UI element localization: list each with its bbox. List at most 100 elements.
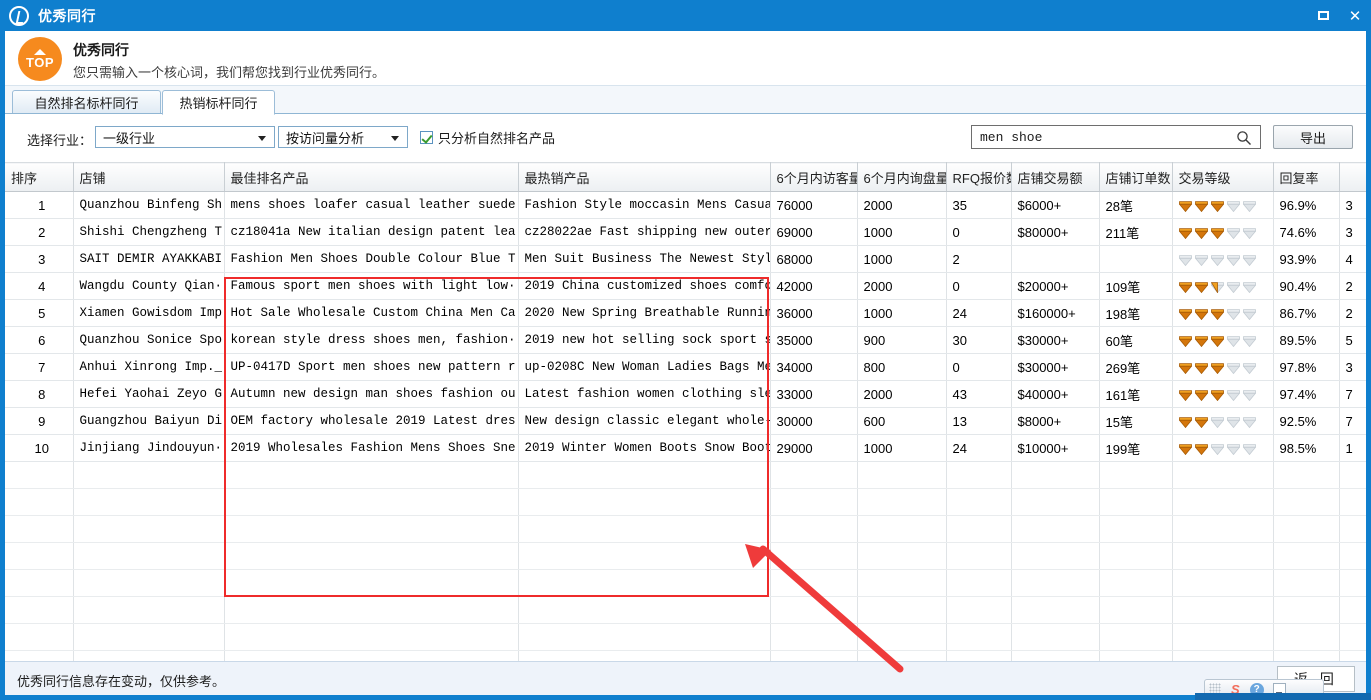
cell-best-product[interactable]: mens shoes loafer casual leather suede··…: [224, 191, 519, 219]
cell-hot-product[interactable]: 2019 China customized shoes comfo···: [518, 272, 771, 300]
cell-best-product[interactable]: korean style dress shoes men, fashion···: [224, 326, 519, 354]
cell-empty: [1011, 650, 1100, 661]
diamond-icon: [1210, 416, 1224, 428]
cell-hot-product[interactable]: Latest fashion women clothing sle···: [518, 380, 771, 408]
cell-best-product[interactable]: Hot Sale Wholesale Custom China Men Ca··…: [224, 299, 519, 327]
col-reply-rate[interactable]: 回复率: [1273, 162, 1340, 192]
diamond-icon: [1242, 362, 1256, 374]
cell-rank: 10: [5, 434, 74, 462]
cell-trade-level: [1172, 245, 1274, 273]
cell-empty: [224, 596, 519, 624]
cell-hot-product[interactable]: Men Suit Business The Newest Styl···: [518, 245, 771, 273]
search-icon[interactable]: [1236, 130, 1252, 151]
cell-hot-product[interactable]: 2019 new hot selling sock sport s···: [518, 326, 771, 354]
cell-shop[interactable]: Xiamen Gowisdom Imp···: [73, 299, 225, 327]
col-rank[interactable]: 排序: [5, 162, 74, 192]
table-row[interactable]: 10 Jinjiang Jindouyun··· 2019 Wholesales F…: [5, 434, 1366, 462]
table-row[interactable]: 6Quanzhou Sonice Spo···korean style dres…: [5, 326, 1366, 354]
table-row[interactable]: 9Guangzhou Baiyun Di···OEM factory whole…: [5, 407, 1366, 435]
cell-shop[interactable]: Guangzhou Baiyun Di···: [73, 407, 225, 435]
cell-shop[interactable]: SAIT DEMIR AYAKKABI···: [73, 245, 225, 273]
cell-shop[interactable]: Hefei Yaohai Zeyo G···: [73, 380, 225, 408]
cell-rfq: 0: [946, 353, 1012, 381]
cell-empty: [770, 623, 858, 651]
table-row[interactable]: 1Quanzhou Binfeng Sh···mens shoes loafer…: [5, 191, 1366, 219]
cell-hot-product[interactable]: 2020 New Spring Breathable Runnin···: [518, 299, 771, 327]
cell-empty: [946, 542, 1012, 570]
cell-rank: 9: [5, 407, 74, 435]
cell-best-product[interactable]: UP-0417D Sport men shoes new pattern r··…: [224, 353, 519, 381]
cell-best-product[interactable]: cz18041a New italian design patent lea··…: [224, 218, 519, 246]
diamond-icon: [1226, 308, 1240, 320]
cell-shop[interactable]: Anhui Xinrong Imp._···: [73, 353, 225, 381]
cell-empty: [1099, 542, 1173, 570]
table-row[interactable]: 5Xiamen Gowisdom Imp···Hot Sale Wholesal…: [5, 299, 1366, 327]
table-row[interactable]: 3SAIT DEMIR AYAKKABI···Fashion Men Shoes…: [5, 245, 1366, 273]
cell-rfq: 24: [946, 299, 1012, 327]
cell-hot-product[interactable]: up-0208C New Woman Ladies Bags Me···: [518, 353, 771, 381]
diamond-icon: [1242, 389, 1256, 401]
close-button[interactable]: ✕: [1339, 0, 1371, 31]
col-extra[interactable]: [1339, 162, 1366, 192]
col-orders[interactable]: 店铺订单数: [1099, 162, 1173, 192]
col-trade-level[interactable]: 交易等级: [1172, 162, 1274, 192]
industry-select[interactable]: 一级行业: [95, 126, 275, 148]
col-shop[interactable]: 店铺: [73, 162, 225, 192]
tab-natural-ranking[interactable]: 自然排名标杆同行: [12, 90, 161, 114]
table-row[interactable]: 4 Wangdu County Qian··· Famous sport men s…: [5, 272, 1366, 300]
diamond-icon: [1194, 416, 1208, 428]
cell-extra: 7: [1339, 407, 1366, 435]
cell-extra: 3: [1339, 218, 1366, 246]
cell-best-product[interactable]: Fashion Men Shoes Double Colour Blue T··…: [224, 245, 519, 273]
search-input[interactable]: men shoe: [971, 125, 1261, 149]
cell-hot-product[interactable]: Fashion Style moccasin Mens Casua···: [518, 191, 771, 219]
cell-empty: [1099, 488, 1173, 516]
cell-empty: [1099, 461, 1173, 489]
cell-empty: [770, 461, 858, 489]
analysis-select[interactable]: 按访问量分析: [278, 126, 408, 148]
cell-shop[interactable]: Jinjiang Jindouyun···: [73, 434, 225, 462]
diamond-icon: [1210, 254, 1224, 266]
cell-empty: [1172, 569, 1274, 597]
cell-empty: [224, 623, 519, 651]
cell-best-product[interactable]: 2019 Wholesales Fashion Mens Shoes Sne··…: [224, 434, 519, 462]
cell-best-product[interactable]: Autumn new design man shoes fashion ou··…: [224, 380, 519, 408]
natural-ranking-checkbox[interactable]: 只分析自然排名产品: [420, 128, 555, 147]
cell-turnover: $30000+: [1011, 326, 1100, 354]
cell-shop[interactable]: Shishi Chengzheng T···: [73, 218, 225, 246]
cell-hot-product[interactable]: 2019 Winter Women Boots Snow Boot···: [518, 434, 771, 462]
cell-shop[interactable]: Wangdu County Qian···: [73, 272, 225, 300]
cell-inquiries: 2000: [857, 191, 947, 219]
cell-rfq: 0: [946, 218, 1012, 246]
table-row[interactable]: 2Shishi Chengzheng T···cz18041a New ital…: [5, 218, 1366, 246]
cell-shop[interactable]: Quanzhou Sonice Spo···: [73, 326, 225, 354]
cell-reply-rate: 74.6%: [1273, 218, 1340, 246]
cell-orders: [1099, 245, 1173, 273]
col-best-product[interactable]: 最佳排名产品: [224, 162, 519, 192]
col-turnover[interactable]: 店铺交易额: [1011, 162, 1100, 192]
cell-trade-level: [1172, 191, 1274, 219]
tab-hot-selling[interactable]: 热销标杆同行: [162, 90, 275, 115]
cell-empty: [73, 650, 225, 661]
cell-best-product[interactable]: Famous sport men shoes with light low···: [224, 272, 519, 300]
cell-hot-product[interactable]: New design classic elegant whole-···: [518, 407, 771, 435]
app-window: 优秀同行 ✕ TOP 优秀同行 您只需输入一个核心词，我们帮您找到行业优秀同行。…: [0, 0, 1371, 700]
col-inquiries[interactable]: 6个月内询盘量: [857, 162, 947, 192]
col-rfq[interactable]: RFQ报价数: [946, 162, 1012, 192]
cell-empty: [1273, 623, 1340, 651]
table-row[interactable]: 8Hefei Yaohai Zeyo G···Autumn new design…: [5, 380, 1366, 408]
cell-shop[interactable]: Quanzhou Binfeng Sh···: [73, 191, 225, 219]
export-button[interactable]: 导出: [1273, 125, 1353, 149]
cell-turnover: $40000+: [1011, 380, 1100, 408]
cell-hot-product[interactable]: cz28022ae Fast shipping new outer···: [518, 218, 771, 246]
col-hot-product[interactable]: 最热销产品: [518, 162, 771, 192]
cell-rfq: 35: [946, 191, 1012, 219]
col-visitors[interactable]: 6个月内访客量: [770, 162, 858, 192]
cell-best-product[interactable]: OEM factory wholesale 2019 Latest dres··…: [224, 407, 519, 435]
table-row-empty: [5, 623, 1366, 651]
table-row[interactable]: 7Anhui Xinrong Imp._···UP-0417D Sport me…: [5, 353, 1366, 381]
diamond-icon: [1194, 227, 1208, 239]
cell-extra: 3: [1339, 353, 1366, 381]
diamond-icon: [1226, 362, 1240, 374]
maximize-button[interactable]: [1307, 0, 1339, 31]
